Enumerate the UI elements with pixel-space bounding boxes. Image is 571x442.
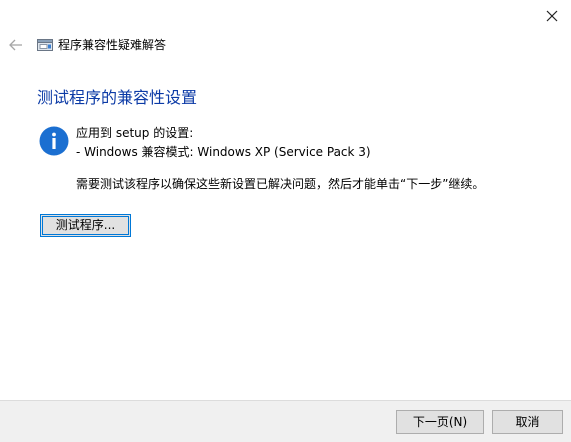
close-button[interactable]: [539, 5, 565, 27]
troubleshooter-window: 程序兼容性疑难解答 测试程序的兼容性设置 应用到 setup 的设置: - Wi…: [0, 0, 571, 442]
test-program-button[interactable]: 测试程序...: [40, 214, 131, 237]
arrow-left-icon: [9, 39, 22, 51]
instruction-text: 需要测试该程序以确保这些新设置已解决问题，然后才能单击“下一步”继续。: [76, 177, 485, 191]
back-button[interactable]: [7, 35, 25, 55]
page-title: 测试程序的兼容性设置: [37, 88, 198, 107]
applied-settings-label: 应用到 setup 的设置:: [76, 126, 194, 140]
info-icon: [39, 126, 69, 156]
window-title: 程序兼容性疑难解答: [58, 38, 167, 52]
close-icon: [546, 10, 558, 22]
compatibility-mode-setting: - Windows 兼容模式: Windows XP (Service Pack…: [76, 145, 371, 159]
next-button[interactable]: 下一页(N): [396, 410, 484, 434]
footer-bar: 下一页(N) 取消: [0, 400, 571, 442]
cancel-button[interactable]: 取消: [492, 410, 563, 434]
compatibility-troubleshooter-icon: [37, 39, 53, 51]
